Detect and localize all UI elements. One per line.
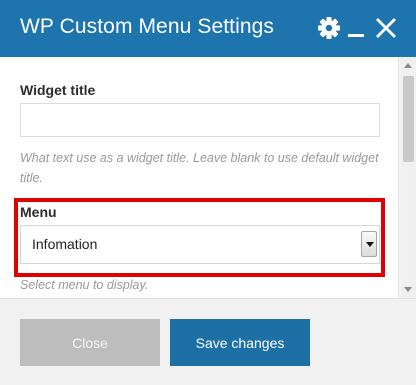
close-icon[interactable]: [372, 14, 400, 42]
scrollbar-thumb[interactable]: [403, 76, 414, 162]
settings-dialog: WP Custom Menu Settings Widget title Wha…: [0, 0, 416, 385]
gear-icon[interactable]: [315, 14, 343, 42]
dialog-title: WP Custom Menu Settings: [20, 15, 275, 38]
dialog-titlebar: WP Custom Menu Settings: [0, 0, 416, 57]
form-panel: Widget title What text use as a widget t…: [0, 57, 399, 298]
content-scrollbar[interactable]: [401, 57, 416, 298]
menu-label: Menu: [20, 204, 57, 220]
dialog-content: Widget title What text use as a widget t…: [0, 57, 401, 298]
dialog-footer: Close Save changes: [0, 298, 416, 385]
widget-title-input[interactable]: [20, 103, 380, 137]
menu-select[interactable]: Infomation: [20, 225, 380, 264]
menu-description: Select menu to display.: [20, 278, 149, 292]
scroll-up-icon[interactable]: [404, 63, 412, 68]
widget-title-label: Widget title: [20, 82, 96, 98]
scroll-down-icon[interactable]: [404, 287, 412, 292]
close-button[interactable]: Close: [20, 319, 160, 366]
save-changes-button[interactable]: Save changes: [170, 319, 310, 366]
widget-title-description: What text use as a widget title. Leave b…: [20, 151, 379, 185]
menu-select-value: Infomation: [32, 236, 98, 252]
chevron-down-icon[interactable]: [361, 231, 377, 257]
minimize-icon[interactable]: [342, 14, 370, 42]
